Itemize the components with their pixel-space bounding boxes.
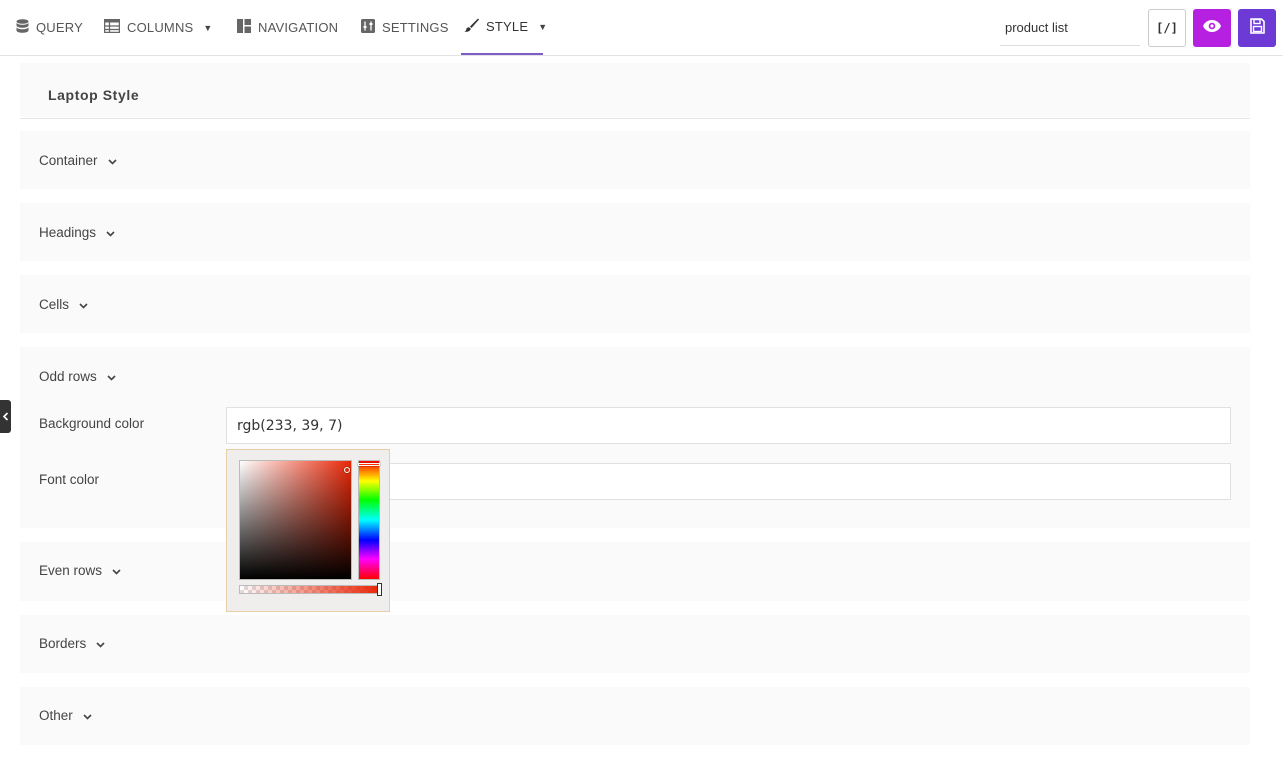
section-borders: Borders [20, 615, 1250, 673]
chevron-down-icon [106, 225, 115, 240]
tab-columns[interactable]: COLUMNS ▼ [103, 0, 213, 55]
chevron-down-icon [96, 636, 105, 651]
table-icon [103, 18, 121, 36]
alpha-handle[interactable] [377, 583, 382, 596]
section-cells-toggle[interactable]: Cells [39, 297, 88, 312]
alpha-slider[interactable] [239, 583, 382, 596]
section-container: Container [20, 131, 1250, 189]
tab-columns-label: COLUMNS [127, 20, 194, 35]
color-picker [226, 449, 390, 612]
code-button-label: [/] [1156, 21, 1178, 35]
save-button[interactable] [1238, 9, 1276, 47]
saturation-handle[interactable] [344, 467, 350, 473]
style-header-panel: Laptop Style [20, 63, 1250, 117]
chevron-down-icon [112, 563, 121, 578]
caret-down-icon: ▼ [203, 22, 213, 33]
save-icon [1249, 17, 1265, 39]
section-headings-toggle[interactable]: Headings [39, 225, 115, 240]
code-button[interactable]: [/] [1148, 9, 1186, 47]
section-cells: Cells [20, 275, 1250, 333]
font-color-label: Font color [39, 472, 100, 487]
section-other: Other [20, 687, 1250, 745]
section-even-rows-label: Even rows [39, 563, 103, 578]
tab-settings-label: SETTINGS [382, 20, 449, 35]
tab-style[interactable]: STYLE ▼ [461, 0, 547, 55]
panel-title: Laptop Style [48, 87, 140, 103]
section-cells-label: Cells [39, 297, 70, 312]
section-container-toggle[interactable]: Container [39, 153, 117, 168]
section-odd-rows-label: Odd rows [39, 369, 97, 384]
settings-icon [361, 19, 375, 36]
top-toolbar: QUERY COLUMNS ▼ NAVIGATION SETTINGS STYL… [0, 0, 1283, 56]
brush-icon [464, 18, 479, 35]
background-color-label: Background color [39, 416, 145, 431]
section-container-label: Container [39, 153, 98, 168]
tab-query-label: QUERY [36, 20, 83, 35]
section-other-label: Other [39, 708, 73, 723]
saturation-area[interactable] [239, 460, 352, 580]
chevron-down-icon [107, 153, 117, 168]
chevron-down-icon [107, 369, 116, 384]
search-input[interactable] [1000, 9, 1140, 46]
chevron-down-icon [79, 297, 88, 312]
tab-query[interactable]: QUERY [16, 0, 83, 55]
background-color-input[interactable] [226, 407, 1231, 444]
tab-settings[interactable]: SETTINGS [361, 0, 449, 55]
section-headings-label: Headings [39, 225, 97, 240]
sidebar-toggle[interactable] [0, 400, 11, 433]
hue-handle[interactable] [358, 463, 380, 466]
section-borders-toggle[interactable]: Borders [39, 636, 105, 651]
preview-button[interactable] [1193, 9, 1231, 47]
tab-navigation[interactable]: NAVIGATION [237, 0, 338, 55]
section-even-rows: Even rows [20, 542, 1250, 601]
section-odd-rows: Odd rows Background color Font color [20, 347, 1250, 528]
section-other-toggle[interactable]: Other [39, 708, 92, 723]
divider [20, 118, 1250, 119]
caret-down-icon: ▼ [538, 21, 548, 32]
tab-style-label: STYLE [486, 19, 529, 34]
tab-navigation-label: NAVIGATION [258, 20, 339, 35]
section-headings: Headings [20, 203, 1250, 261]
chevron-down-icon [83, 708, 92, 723]
section-even-rows-toggle[interactable]: Even rows [39, 563, 121, 578]
section-odd-rows-toggle[interactable]: Odd rows [39, 369, 116, 384]
database-icon [16, 18, 29, 37]
grid-icon [237, 19, 251, 36]
chevron-left-icon [2, 408, 9, 426]
hue-slider[interactable] [358, 460, 380, 580]
section-borders-label: Borders [39, 636, 87, 651]
eye-icon [1203, 19, 1221, 37]
